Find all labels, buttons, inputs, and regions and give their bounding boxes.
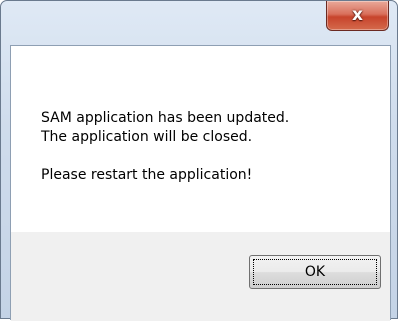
message-line-closed: The application will be closed. bbox=[41, 129, 253, 145]
message-line-restart: Please restart the application! bbox=[41, 167, 253, 183]
message-area: SAM application has been updated. The ap… bbox=[11, 46, 390, 232]
ok-button-label: OK bbox=[253, 259, 377, 285]
close-icon: x bbox=[352, 5, 363, 25]
ok-button[interactable]: OK bbox=[249, 255, 381, 289]
close-button[interactable]: x bbox=[326, 1, 389, 31]
message-box-window: x SAM application has been updated. The … bbox=[0, 0, 398, 321]
message-line-updated: SAM application has been updated. bbox=[41, 110, 290, 126]
button-area: OK bbox=[11, 232, 390, 321]
message-text: SAM application has been updated. The ap… bbox=[41, 109, 289, 185]
dialog-client-area: SAM application has been updated. The ap… bbox=[10, 45, 391, 321]
title-bar[interactable]: x bbox=[1, 1, 397, 45]
